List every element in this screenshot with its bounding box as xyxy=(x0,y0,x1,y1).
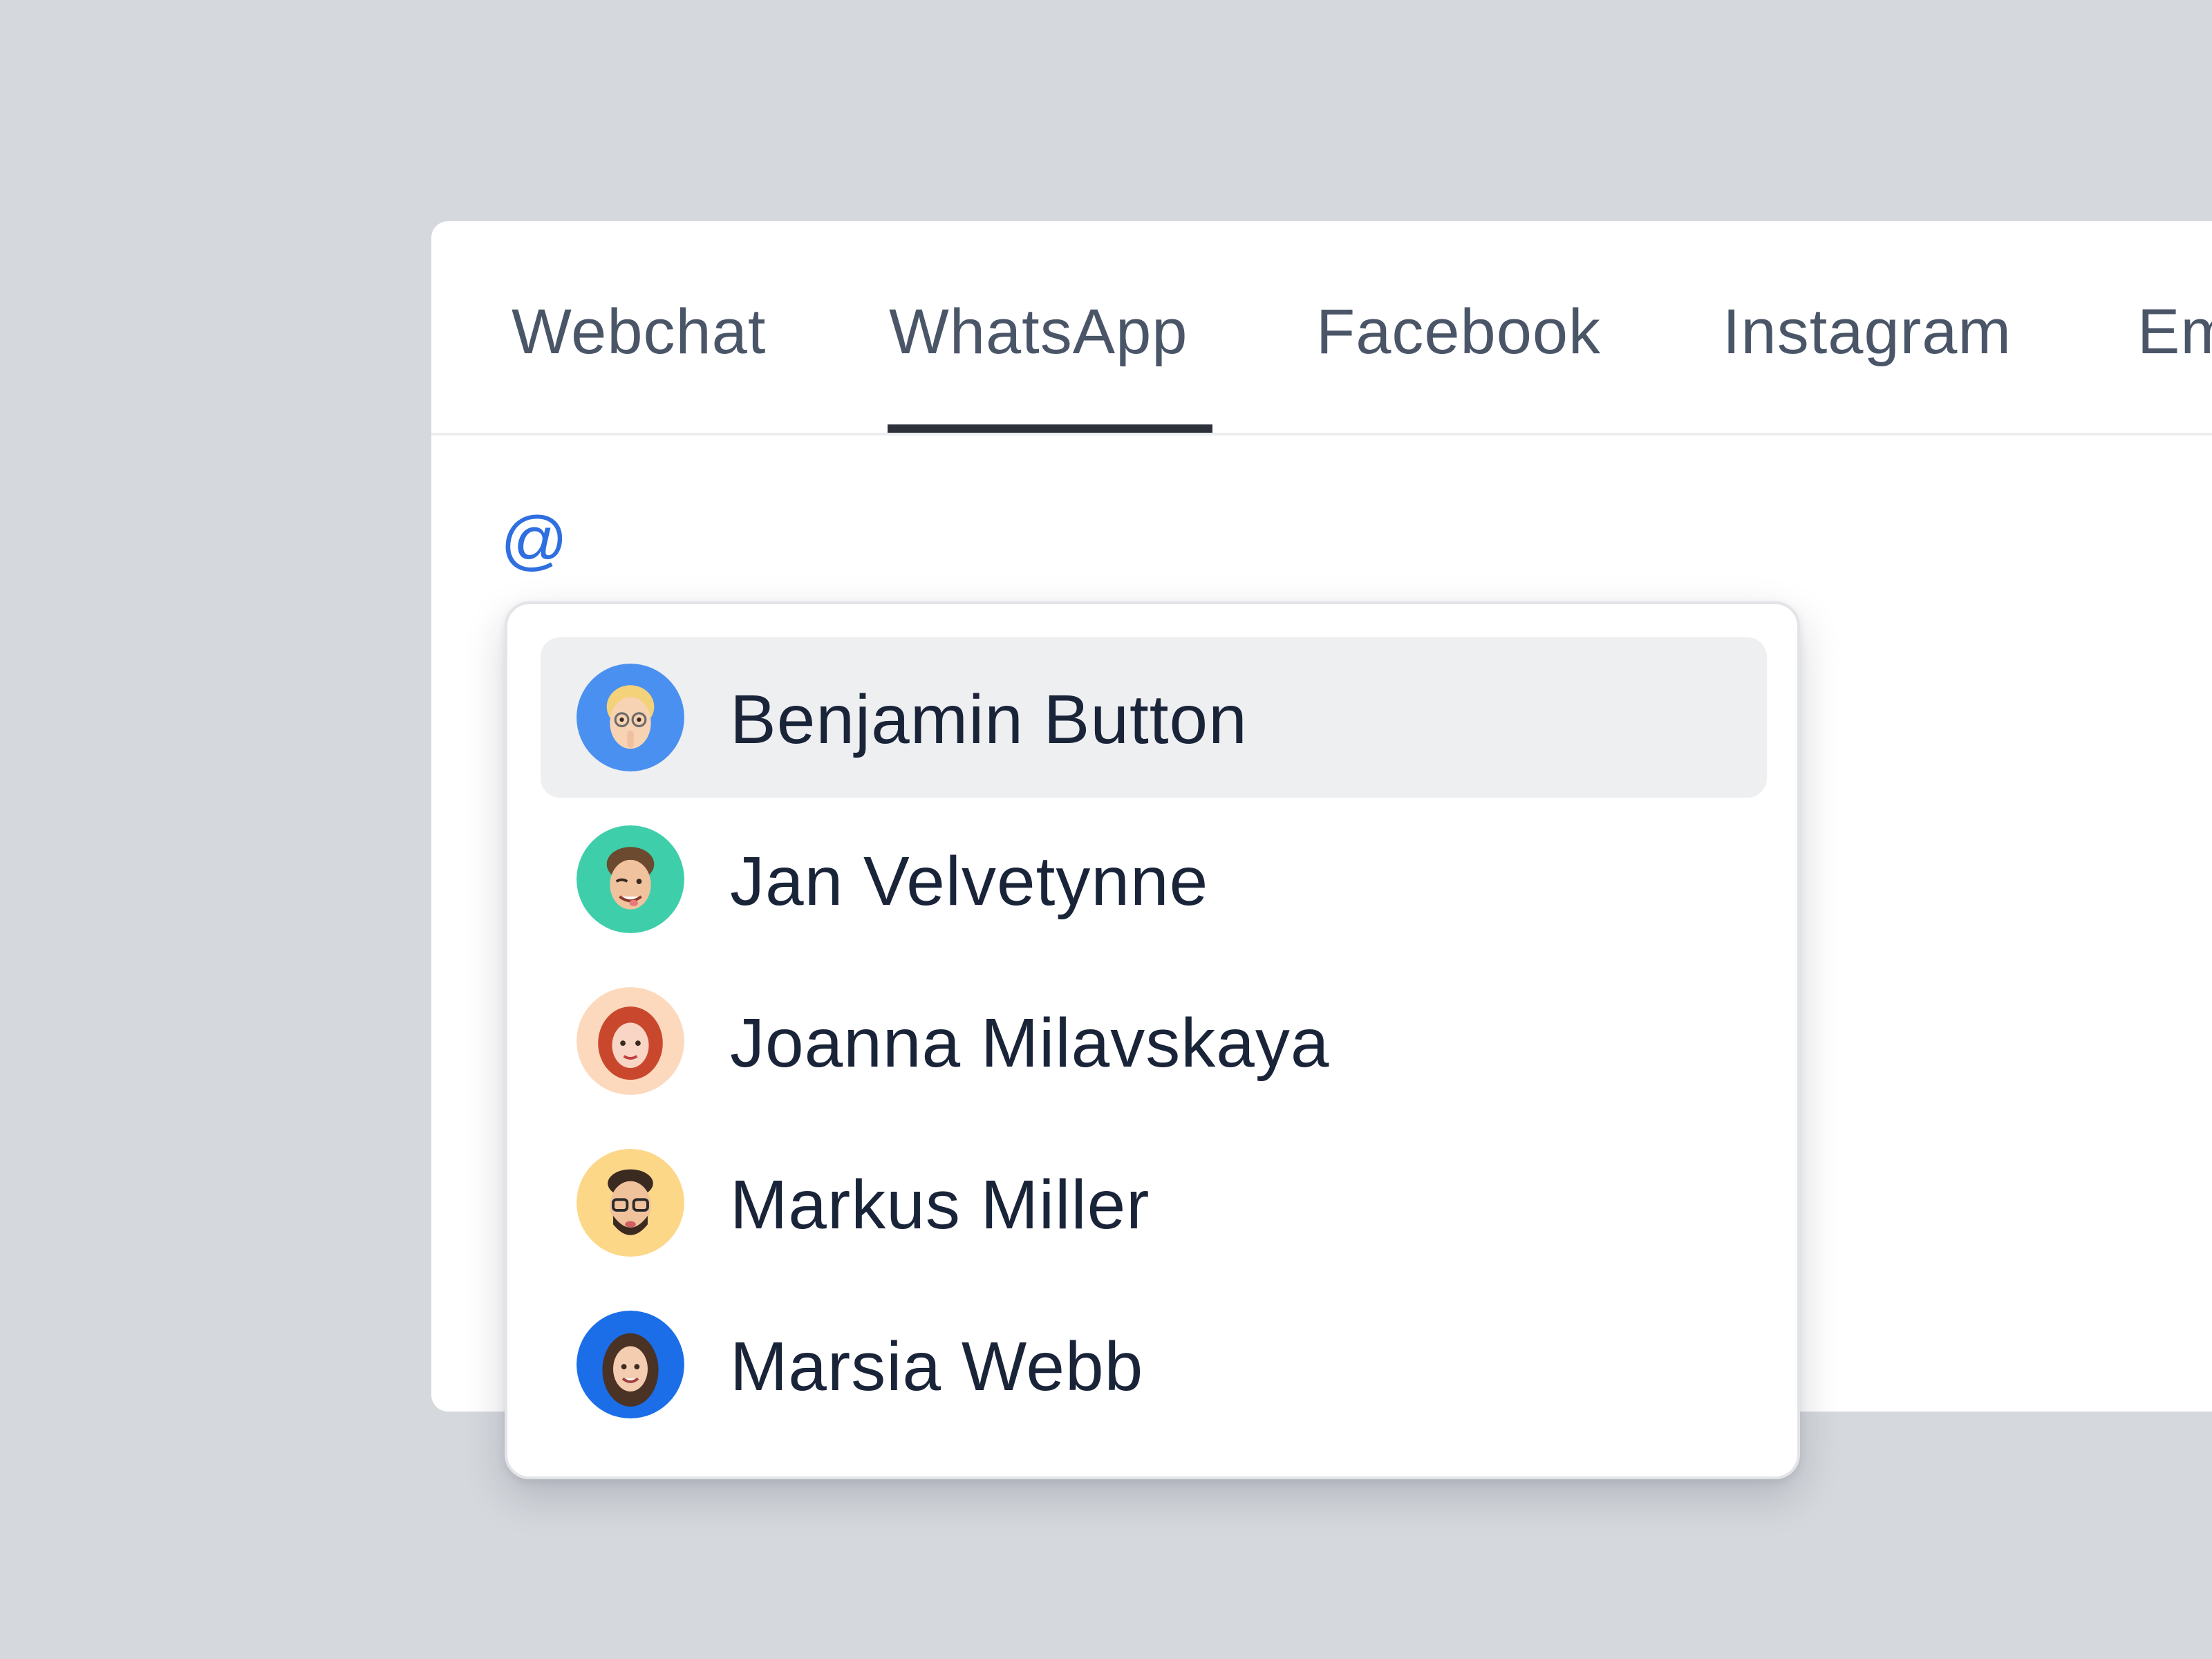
avatar xyxy=(577,987,684,1095)
memoji-avatar-icon xyxy=(577,1149,684,1257)
avatar xyxy=(577,1311,684,1418)
tab-email[interactable]: Em xyxy=(2137,297,2212,366)
avatar xyxy=(577,664,684,771)
tab-webchat[interactable]: Webchat xyxy=(512,297,766,366)
channel-tabs: Webchat WhatsApp Facebook Instagram Em xyxy=(431,221,2212,435)
active-tab-indicator xyxy=(888,424,1212,433)
mention-item-benjamin-button[interactable]: Benjamin Button xyxy=(541,637,1767,798)
mention-name: Markus Miller xyxy=(730,1166,1150,1244)
tab-facebook[interactable]: Facebook xyxy=(1316,297,1601,366)
tab-instagram[interactable]: Instagram xyxy=(1723,297,2012,366)
memoji-avatar-icon xyxy=(577,664,684,771)
mention-item-marsia-webb[interactable]: Marsia Webb xyxy=(541,1284,1767,1445)
memoji-avatar-icon xyxy=(577,1311,684,1418)
mention-name: Jan Velvetynne xyxy=(730,843,1209,920)
mention-name: Marsia Webb xyxy=(730,1328,1144,1405)
avatar xyxy=(577,825,684,933)
avatar xyxy=(577,1149,684,1257)
mention-item-markus-miller[interactable]: Markus Miller xyxy=(541,1123,1767,1283)
tab-whatsapp[interactable]: WhatsApp xyxy=(889,297,1188,366)
memoji-avatar-icon xyxy=(577,987,684,1095)
mention-suggestions-popup: Benjamin Button Jan Velvetynne Joanna Mi… xyxy=(505,601,1800,1479)
mention-name: Joanna Milavskaya xyxy=(730,1004,1330,1082)
mention-name: Benjamin Button xyxy=(730,681,1248,758)
mention-item-joanna-milavskaya[interactable]: Joanna Milavskaya xyxy=(541,961,1767,1121)
mention-item-jan-velvetynne[interactable]: Jan Velvetynne xyxy=(541,799,1767,959)
memoji-avatar-icon xyxy=(577,825,684,933)
composer-input-text[interactable]: @ xyxy=(500,506,568,575)
